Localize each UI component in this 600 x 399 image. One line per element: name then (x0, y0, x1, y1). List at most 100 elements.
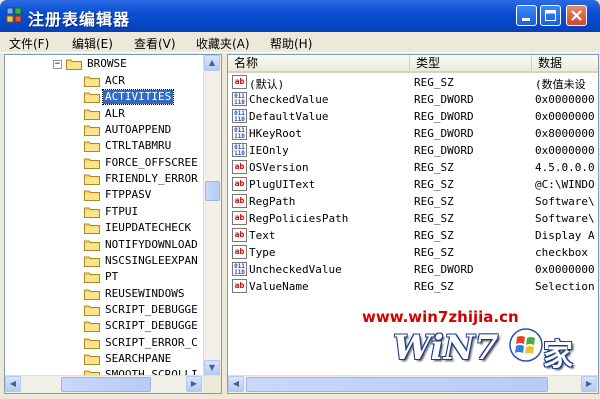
column-header-data[interactable]: 数据 (532, 55, 598, 73)
tree-node[interactable]: SCRIPT_DEBUGGE (5, 318, 205, 335)
value-row[interactable]: ab RegPoliciesPath REG_SZ Software\ (228, 210, 598, 227)
tree-node[interactable]: SCRIPT_ERROR_C (5, 335, 205, 352)
string-value-icon: ab (232, 228, 247, 242)
string-value-icon: ab (232, 211, 247, 225)
value-type: REG_DWORD (414, 93, 474, 106)
value-type: REG_SZ (414, 212, 454, 225)
tree-node[interactable]: ALR (5, 106, 205, 123)
tree-node-parent[interactable]: − BROWSE (5, 56, 205, 73)
folder-icon (84, 189, 100, 202)
menu-view[interactable]: 查看(V) (134, 35, 176, 52)
tree-node[interactable]: IEUPDATECHECK (5, 220, 205, 237)
tree-node-label: ALR (105, 106, 125, 120)
tree-node[interactable]: NOTIFYDOWNLOAD (5, 237, 205, 254)
value-data: (数值未设 (535, 78, 586, 91)
value-row[interactable]: 011 110 UncheckedValue REG_DWORD 0x0000000 (228, 261, 598, 278)
tree-node-label: ACTIVITIES (101, 89, 175, 106)
value-row[interactable]: ab PlugUIText REG_SZ @C:\WINDO (228, 176, 598, 193)
scroll-up-button[interactable]: ▲ (204, 55, 220, 71)
folder-icon (84, 157, 100, 169)
value-name: OSVersion (249, 161, 309, 174)
tree-node[interactable]: AUTOAPPEND (5, 122, 205, 139)
tree-node[interactable]: FORCE_OFFSCREE (5, 155, 205, 172)
value-row[interactable]: ab Type REG_SZ checkbox (228, 244, 598, 261)
tree-node[interactable]: NSCSINGLEEXPAN (5, 253, 205, 270)
value-row[interactable]: ab OSVersion REG_SZ 4.5.0.0.0 (228, 159, 598, 176)
scroll-thumb[interactable] (205, 181, 220, 201)
value-type: REG_SZ (414, 76, 454, 89)
value-name: PlugUIText (249, 178, 316, 191)
tree-node-label: FORCE_OFFSCREE (105, 155, 198, 169)
string-value-icon: ab (232, 245, 247, 259)
value-row[interactable]: 011 110 CheckedValue REG_DWORD 0x0000000 (228, 91, 598, 108)
column-header-name[interactable]: 名称 (228, 55, 410, 73)
folder-icon (84, 271, 100, 284)
menu-file[interactable]: 文件(F) (9, 35, 49, 52)
scroll-down-button[interactable]: ▼ (204, 360, 220, 376)
scroll-left-button[interactable]: ◀ (5, 376, 21, 392)
tree-vertical-scrollbar[interactable]: ▲ ▼ (203, 55, 221, 376)
watermark-brand: WiN7 (393, 328, 499, 368)
list-horizontal-scrollbar[interactable]: ◀ ▶ (228, 375, 598, 393)
tree-node-label: CTRLTABMRU (105, 139, 172, 153)
folder-open-icon (66, 58, 82, 70)
value-type: REG_DWORD (414, 127, 474, 140)
value-name: (默认) (249, 78, 285, 91)
value-row[interactable]: ab ValueName REG_SZ Selection (228, 278, 598, 295)
value-name: DefaultValue (249, 110, 329, 123)
value-data: 0x0000000 (535, 110, 595, 123)
value-row[interactable]: 011 110 IEOnly REG_DWORD 0x0000000 (228, 142, 598, 159)
value-row[interactable]: ab RegPath REG_SZ Software\ (228, 193, 598, 210)
column-header-type[interactable]: 类型 (410, 55, 532, 73)
tree-node[interactable]: FRIENDLY_ERROR (5, 171, 205, 188)
tree-horizontal-scrollbar[interactable]: ◀ ▶ (5, 375, 221, 393)
tree-node[interactable]: PT (5, 269, 205, 286)
value-type: REG_SZ (414, 246, 454, 259)
tree-node-label: IEUPDATECHECK (105, 221, 192, 235)
folder-icon (84, 75, 100, 87)
scroll-corner (203, 376, 221, 393)
folder-icon (84, 222, 100, 235)
folder-icon (84, 304, 100, 316)
folder-icon (84, 173, 100, 186)
value-row[interactable]: 011 110 HKeyRoot REG_DWORD 0x8000000 (228, 125, 598, 142)
minimize-button[interactable] (516, 5, 537, 26)
tree-node[interactable]: ACTIVITIES (5, 89, 205, 106)
tree-node[interactable]: ACR (5, 73, 205, 90)
scroll-thumb[interactable] (246, 377, 548, 392)
value-data: 0x8000000 (535, 127, 595, 140)
win7-watermark-logo: WiN7 家 (393, 328, 583, 373)
value-row[interactable]: ab Text REG_SZ Display A (228, 227, 598, 244)
close-button[interactable] (566, 5, 587, 26)
value-type: REG_DWORD (414, 144, 474, 157)
menu-help[interactable]: 帮助(H) (270, 35, 312, 52)
maximize-button[interactable] (540, 5, 561, 26)
value-type: REG_SZ (414, 161, 454, 174)
binary-value-icon: 011 110 (232, 143, 247, 157)
value-name: ValueName (249, 280, 309, 293)
string-value-icon: ab (232, 279, 247, 293)
tree-node[interactable]: FTPPASV (5, 187, 205, 204)
scroll-right-button[interactable]: ▶ (581, 376, 597, 392)
menu-favorites[interactable]: 收藏夹(A) (196, 35, 250, 52)
tree-node[interactable]: FTPUI (5, 204, 205, 221)
tree-node[interactable]: SCRIPT_DEBUGGE (5, 302, 205, 319)
tree-node[interactable]: CTRLTABMRU (5, 138, 205, 155)
collapse-icon[interactable]: − (53, 60, 62, 69)
folder-icon (84, 91, 100, 104)
scroll-thumb[interactable] (61, 377, 151, 392)
scroll-left-button[interactable]: ◀ (228, 376, 244, 392)
menu-edit[interactable]: 编辑(E) (72, 35, 113, 52)
tree-node[interactable]: REUSEWINDOWS (5, 286, 205, 303)
registry-key-tree[interactable]: − BROWSE ACR ACTIVITIES ALR AUTOAPPEND CTRLTAB… (4, 54, 222, 394)
tree-node-label: FTPUI (105, 204, 139, 218)
string-value-icon: ab (232, 160, 247, 174)
binary-value-icon: 011 110 (232, 109, 247, 123)
value-data: Software\ (535, 212, 595, 225)
folder-icon (84, 320, 100, 333)
value-row[interactable]: ab (默认) REG_SZ (数值未设 (228, 74, 598, 91)
tree-node[interactable]: SEARCHPANE (5, 351, 205, 368)
title-bar[interactable]: 注册表编辑器 (0, 0, 600, 32)
value-row[interactable]: 011 110 DefaultValue REG_DWORD 0x0000000 (228, 108, 598, 125)
scroll-right-button[interactable]: ▶ (186, 376, 202, 392)
